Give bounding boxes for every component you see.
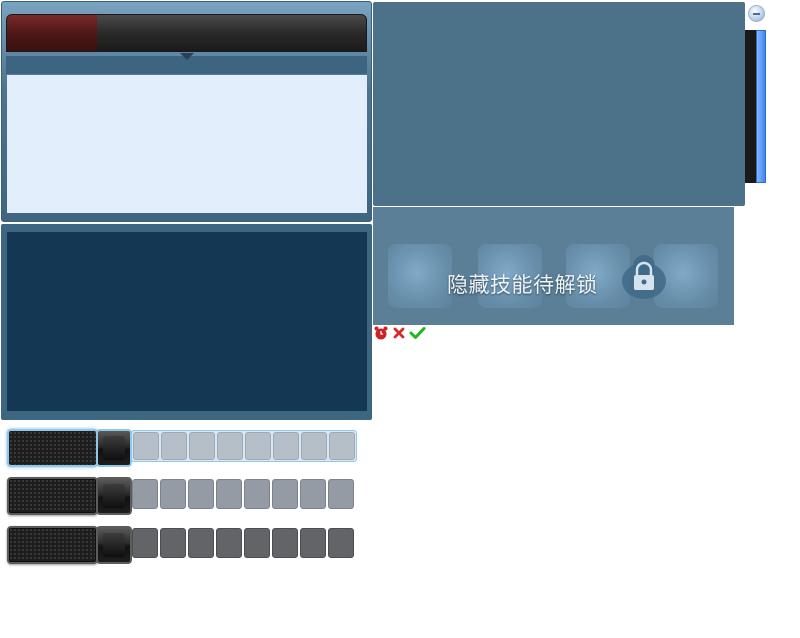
top-right-panel bbox=[373, 2, 745, 206]
content-area bbox=[7, 75, 367, 213]
slot-cell[interactable] bbox=[188, 528, 214, 558]
square-button-1[interactable] bbox=[96, 429, 132, 467]
wide-button-3[interactable] bbox=[7, 526, 98, 564]
slot-cell[interactable] bbox=[300, 528, 326, 558]
slot-cell[interactable] bbox=[300, 479, 326, 509]
slot-cell[interactable] bbox=[132, 528, 158, 558]
slot-cell[interactable] bbox=[132, 479, 158, 509]
wide-button-1[interactable] bbox=[7, 429, 98, 467]
slot-cell[interactable] bbox=[244, 479, 270, 509]
slot-cell[interactable] bbox=[244, 528, 270, 558]
square-button-2[interactable] bbox=[96, 477, 132, 515]
scrollbar-thumb[interactable] bbox=[756, 30, 766, 183]
alarm-clock-icon[interactable] bbox=[374, 326, 388, 340]
slot-cell[interactable] bbox=[272, 528, 298, 558]
slot-cell[interactable] bbox=[301, 432, 327, 460]
slot-cell[interactable] bbox=[245, 432, 271, 460]
cell-row-2 bbox=[131, 478, 355, 510]
check-icon[interactable] bbox=[409, 326, 426, 340]
pointer-triangle-icon bbox=[180, 53, 194, 60]
slot-cell[interactable] bbox=[328, 479, 354, 509]
skill-slot-1[interactable] bbox=[388, 244, 452, 308]
cell-row-1 bbox=[131, 430, 357, 462]
slot-cell[interactable] bbox=[272, 479, 298, 509]
square-button-3[interactable] bbox=[96, 526, 132, 564]
dark-panel bbox=[7, 232, 367, 411]
skill-locked-label: 隐藏技能待解锁 bbox=[447, 273, 598, 297]
slot-cell[interactable] bbox=[217, 432, 243, 460]
progress-bar-fill bbox=[7, 15, 97, 51]
slot-cell[interactable] bbox=[273, 432, 299, 460]
slot-cell[interactable] bbox=[189, 432, 215, 460]
slot-cell[interactable] bbox=[188, 479, 214, 509]
hidden-skill-panel: 隐藏技能待解锁 bbox=[373, 207, 734, 325]
progress-bar bbox=[6, 14, 367, 52]
slot-cell[interactable] bbox=[161, 432, 187, 460]
slot-cell[interactable] bbox=[216, 479, 242, 509]
slot-cell[interactable] bbox=[133, 432, 159, 460]
slot-cell[interactable] bbox=[329, 432, 355, 460]
scrollbar-track[interactable] bbox=[745, 30, 756, 183]
slot-cell[interactable] bbox=[160, 528, 186, 558]
wide-button-2[interactable] bbox=[7, 477, 98, 515]
slot-cell[interactable] bbox=[216, 528, 242, 558]
cell-row-3 bbox=[131, 527, 355, 559]
lock-icon bbox=[622, 255, 666, 299]
slot-cell[interactable] bbox=[160, 479, 186, 509]
scroll-up-icon[interactable] bbox=[748, 5, 765, 22]
close-icon[interactable] bbox=[393, 327, 405, 339]
slot-cell[interactable] bbox=[328, 528, 354, 558]
